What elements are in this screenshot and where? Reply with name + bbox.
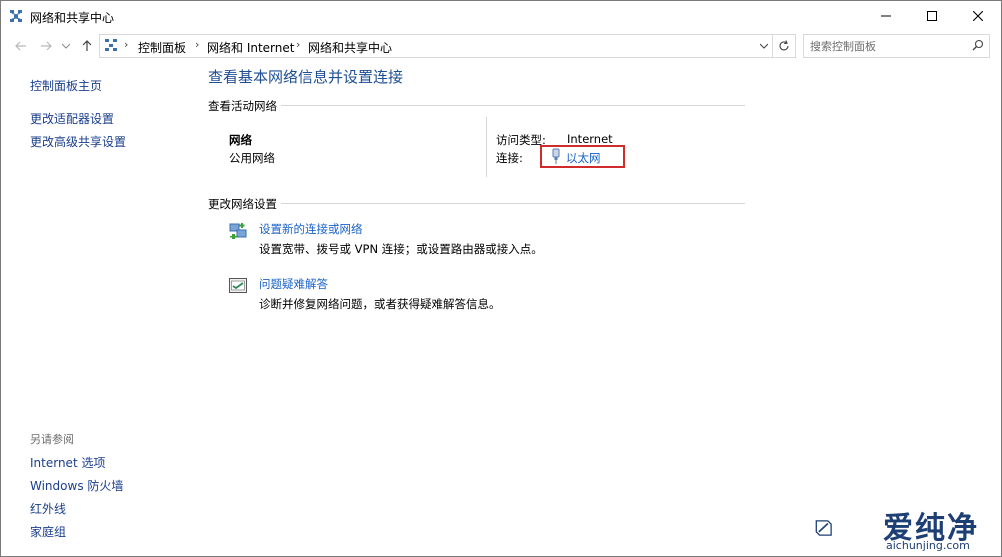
troubleshoot-desc: 诊断并修复网络问题，或者获得疑难解答信息。 <box>259 297 501 311</box>
breadcrumb-control-panel[interactable]: 控制面板 <box>138 39 186 56</box>
divider <box>486 117 487 177</box>
maximize-icon <box>927 11 937 21</box>
refresh-button[interactable] <box>772 34 796 58</box>
change-advanced-sharing-link[interactable]: 更改高级共享设置 <box>30 133 126 150</box>
ethernet-icon <box>552 148 560 164</box>
chevron-down-icon[interactable] <box>760 43 768 49</box>
breadcrumb-separator-icon: › <box>124 38 129 51</box>
new-connection-icon <box>229 223 247 239</box>
arrow-up-icon <box>82 40 92 51</box>
setup-new-connection-link[interactable]: 设置新的连接或网络 <box>259 221 363 237</box>
internet-options-link[interactable]: Internet 选项 <box>30 454 105 471</box>
ethernet-connection-link[interactable]: 以太网 <box>566 150 601 166</box>
search-icon[interactable] <box>972 39 984 51</box>
page-title: 查看基本网络信息并设置连接 <box>208 68 404 86</box>
up-button[interactable] <box>77 35 97 57</box>
search-box[interactable] <box>803 34 990 58</box>
title-bar: 网络和共享中心 <box>1 1 1001 31</box>
recent-locations-button[interactable] <box>59 35 73 57</box>
infrared-link[interactable]: 红外线 <box>30 500 66 517</box>
breadcrumb-separator-icon: › <box>296 38 301 51</box>
windows-firewall-link[interactable]: Windows 防火墙 <box>30 477 123 494</box>
divider <box>281 203 745 204</box>
divider <box>281 105 745 106</box>
change-settings-heading: 更改网络设置 <box>208 197 277 211</box>
breadcrumb-network-internet[interactable]: 网络和 Internet <box>207 39 294 56</box>
network-name: 网络 <box>229 133 252 147</box>
watermark-url: aichunjing.com <box>886 539 970 552</box>
close-button[interactable] <box>955 1 1001 31</box>
address-bar[interactable]: › 控制面板 › 网络和 Internet › 网络和共享中心 <box>99 34 773 58</box>
troubleshoot-link[interactable]: 问题疑难解答 <box>259 276 328 292</box>
window-title: 网络和共享中心 <box>30 11 115 25</box>
change-adapter-settings-link[interactable]: 更改适配器设置 <box>30 110 114 127</box>
control-panel-icon <box>105 39 117 51</box>
access-type-label: 访问类型: <box>496 133 546 147</box>
access-type-value: Internet <box>567 132 613 146</box>
maximize-button[interactable] <box>909 1 955 31</box>
breadcrumb-network-sharing-center[interactable]: 网络和共享中心 <box>308 39 392 56</box>
arrow-left-icon <box>15 41 26 51</box>
control-panel-home-link[interactable]: 控制面板主页 <box>30 77 102 94</box>
active-networks-heading: 查看活动网络 <box>208 99 277 113</box>
connections-label: 连接: <box>496 151 523 165</box>
search-input[interactable] <box>810 38 960 54</box>
minimize-button[interactable] <box>863 1 909 31</box>
navigation-bar: › 控制面板 › 网络和 Internet › 网络和共享中心 <box>1 33 1001 59</box>
arrow-right-icon <box>41 41 52 51</box>
troubleshoot-icon <box>229 278 247 293</box>
homegroup-link[interactable]: 家庭组 <box>30 523 66 540</box>
network-type: 公用网络 <box>229 151 275 165</box>
network-sharing-icon <box>10 10 22 22</box>
minimize-icon <box>881 15 891 17</box>
refresh-icon <box>779 40 789 51</box>
setup-new-connection-desc: 设置宽带、拨号或 VPN 连接；或设置路由器或接入点。 <box>259 242 543 256</box>
see-also-label: 另请参阅 <box>30 433 74 446</box>
breadcrumb-separator-icon: › <box>195 38 200 51</box>
back-button[interactable] <box>11 35 31 57</box>
close-icon <box>973 11 983 21</box>
window: 网络和共享中心 › 控制面板 › 网络和 Internet › 网络和共享中心 … <box>0 0 1002 557</box>
chevron-down-icon <box>62 43 70 49</box>
forward-button[interactable] <box>36 35 56 57</box>
watermark-logo <box>815 520 832 536</box>
